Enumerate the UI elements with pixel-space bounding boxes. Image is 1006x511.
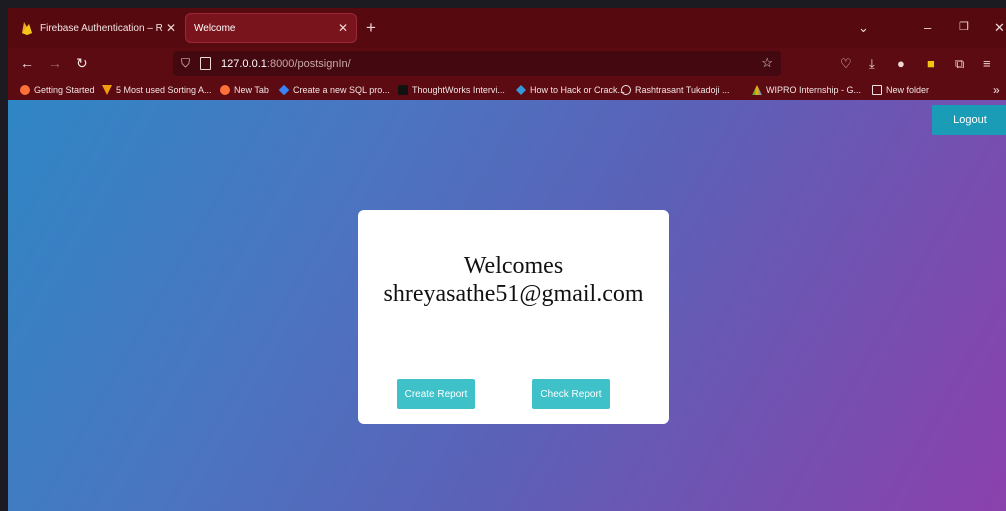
tab-title: Firebase Authentication – Realtime [40, 22, 162, 34]
bookmark-label: How to Hack or Crack... [530, 85, 626, 95]
tab-title: Welcome [194, 22, 236, 34]
download-icon[interactable]: ⤓ [869, 56, 875, 72]
bookmark-item[interactable]: New folder [872, 82, 929, 98]
bookmark-item[interactable]: Create a new SQL pro... [278, 82, 390, 98]
welcome-card: Welcomes shreyasathe51@gmail.com Create … [358, 210, 669, 424]
minimize-icon[interactable]: – [924, 20, 931, 35]
sorting-icon [102, 85, 112, 95]
bookmark-item[interactable]: WIPRO Internship - G... [752, 82, 861, 98]
create-report-button[interactable]: Create Report [397, 379, 475, 409]
bookmark-item[interactable]: How to Hack or Crack... [516, 82, 625, 98]
hack-icon [516, 85, 526, 95]
close-icon[interactable]: ✕ [166, 21, 176, 35]
bookmark-label: New Tab [234, 85, 269, 95]
diamond-icon [278, 84, 290, 96]
bookmarks-overflow-button[interactable]: » [993, 82, 1000, 98]
check-report-button[interactable]: Check Report [532, 379, 610, 409]
url-host: 127.0.0.1 [221, 57, 267, 70]
new-tab-button[interactable]: + [366, 18, 376, 38]
bookmark-label: New folder [886, 85, 930, 95]
reload-icon[interactable]: ↻ [76, 55, 88, 72]
bookmark-item[interactable]: 5 Most used Sorting A... [102, 82, 212, 98]
bookmark-label: 5 Most used Sorting A... [116, 85, 212, 95]
bookmark-item[interactable]: Getting Started [20, 82, 95, 98]
extension-icon[interactable]: ■ [927, 56, 935, 71]
bookmark-item[interactable]: Rashtrasant Tukadoji ... [621, 82, 730, 98]
bookmark-label: Getting Started [34, 85, 95, 95]
bookmark-label: Rashtrasant Tukadoji ... [635, 85, 730, 95]
bookmark-star-icon[interactable]: ☆ [761, 55, 773, 71]
bookmark-label: Create a new SQL pro... [293, 85, 390, 95]
pocket-icon[interactable]: ♡ [840, 56, 852, 72]
address-bar[interactable]: ⛉ 127.0.0.1:8000/postsignIn/ ☆ [173, 51, 781, 76]
google-drive-icon [752, 85, 762, 95]
url-path: :8000/postsignIn/ [266, 57, 351, 70]
welcome-message: Welcomes shreyasathe51@gmail.com [358, 252, 669, 308]
close-window-icon[interactable]: ✕ [994, 20, 1005, 36]
page-content: Logout Welcomes shreyasathe51@gmail.com … [8, 100, 1006, 511]
user-email: shreyasathe51@gmail.com [383, 281, 644, 307]
menu-icon[interactable]: ≡ [983, 56, 991, 71]
restore-icon[interactable]: ❐ [959, 20, 969, 33]
shield-icon[interactable]: ⛉ [181, 56, 190, 71]
tab-strip: Firebase Authentication – Realtime ✕ Wel… [8, 8, 1006, 48]
globe-icon [621, 85, 631, 95]
tab-welcome[interactable]: Welcome ✕ [186, 14, 356, 42]
account-icon[interactable]: ● [897, 56, 905, 71]
close-icon[interactable]: ✕ [338, 21, 348, 35]
bookmark-item[interactable]: New Tab [220, 82, 269, 98]
bookmark-item[interactable]: ThoughtWorks Intervi... [398, 82, 505, 98]
forward-icon[interactable]: → [48, 55, 62, 71]
logout-button[interactable]: Logout [932, 105, 1006, 135]
firefox-icon [20, 85, 30, 95]
thoughtworks-icon [398, 85, 408, 95]
firebase-icon [20, 21, 34, 35]
extensions-puzzle-icon[interactable]: ⧉ [955, 56, 964, 72]
bookmarks-toolbar: Getting Started 5 Most used Sorting A...… [8, 80, 1006, 100]
firefox-icon [220, 85, 230, 95]
welcome-title: Welcomes [463, 253, 564, 279]
back-icon[interactable]: ← [20, 55, 34, 71]
bookmark-label: WIPRO Internship - G... [766, 85, 862, 95]
navigation-bar: ← → ↻ ⛉ 127.0.0.1:8000/postsignIn/ ☆ ♡ ⤓… [8, 48, 1006, 80]
browser-window: Firebase Authentication – Realtime ✕ Wel… [8, 8, 1006, 511]
tab-firebase[interactable]: Firebase Authentication – Realtime ✕ [12, 14, 184, 42]
bookmark-label: ThoughtWorks Intervi... [412, 85, 505, 95]
folder-icon [872, 85, 882, 95]
tab-list-icon[interactable]: ⌄ [858, 20, 869, 36]
page-icon [200, 57, 212, 70]
